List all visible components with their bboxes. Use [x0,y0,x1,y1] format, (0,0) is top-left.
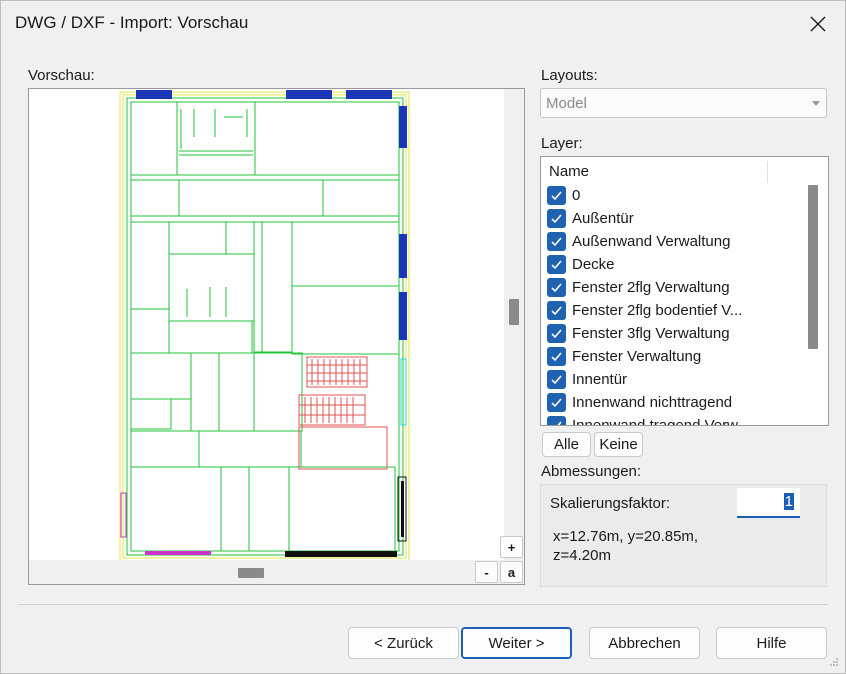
layouts-dropdown[interactable]: Model [540,88,827,118]
cancel-button[interactable]: Abbrechen [589,627,700,659]
check-icon [551,398,562,408]
check-icon [551,214,562,224]
preview-label: Vorschau: [28,67,95,84]
preview-canvas[interactable]: + - a [28,88,525,585]
layer-checkbox[interactable] [547,301,566,320]
close-button[interactable] [791,1,845,46]
select-none-button[interactable]: Keine [594,432,643,457]
layer-name: Innenwand nichttragend [572,394,733,411]
extent-text-line-2: z=4.20m [553,547,611,564]
layer-row[interactable]: Innentür [547,368,627,391]
layer-row[interactable]: Innenwand tragend Verw... [547,414,750,426]
layer-checkbox[interactable] [547,393,566,412]
layouts-selected-value: Model [546,95,587,112]
resize-grip-icon[interactable] [829,657,839,667]
zoom-in-button[interactable]: + [500,536,523,558]
layer-list-header[interactable]: Name [541,157,828,185]
layer-row[interactable]: Fenster 2flg bodentief V... [547,299,742,322]
layer-name: Fenster 2flg Verwaltung [572,279,730,296]
column-separator [767,161,768,183]
check-icon [551,375,562,385]
layer-row[interactable]: Decke [547,253,615,276]
help-button[interactable]: Hilfe [716,627,827,659]
check-icon [551,260,562,270]
layers-label: Layer: [541,135,583,152]
next-button[interactable]: Weiter > [461,627,572,659]
scale-factor-value: 1 [783,493,794,510]
layouts-label: Layouts: [541,67,598,84]
layer-list-scroll-thumb[interactable] [808,185,818,349]
scale-factor-label: Skalierungsfaktor: [550,495,671,512]
window-title: DWG / DXF - Import: Vorschau [15,13,249,32]
layer-name: Außentür [572,210,634,227]
layer-checkbox[interactable] [547,186,566,205]
check-icon [551,283,562,293]
chevron-down-icon [812,101,820,106]
preview-horizontal-scroll-thumb[interactable] [238,568,264,578]
layer-name: 0 [572,187,581,204]
check-icon [551,237,562,247]
layer-checkbox[interactable] [547,370,566,389]
scale-factor-input[interactable]: 1 [737,488,800,518]
layer-row[interactable]: Fenster 3flg Verwaltung [547,322,730,345]
layer-checkbox[interactable] [547,255,566,274]
layer-name: Innenwand tragend Verw... [572,417,750,426]
layer-name: Außenwand Verwaltung [572,233,731,250]
preview-horizontal-scrollbar[interactable] [29,560,524,584]
layer-list[interactable]: Name 0 Außentür Außenwand Verwaltung Dec… [540,156,829,426]
dimensions-label: Abmessungen: [541,463,642,480]
check-icon [551,191,562,201]
layer-name: Decke [572,256,615,273]
layer-row[interactable]: Fenster 2flg Verwaltung [547,276,730,299]
layer-checkbox[interactable] [547,416,566,425]
layer-checkbox[interactable] [547,232,566,251]
layer-name: Fenster 3flg Verwaltung [572,325,730,342]
layer-name: Innentür [572,371,628,388]
preview-vertical-scrollbar[interactable] [504,89,524,561]
title-bar: DWG / DXF - Import: Vorschau [1,1,845,46]
footer-divider [18,604,828,605]
layer-name: Fenster 2flg bodentief V... [572,302,743,319]
layer-row[interactable]: Außentür [547,207,634,230]
check-icon [551,329,562,339]
back-button[interactable]: < Zurück [348,627,459,659]
layer-checkbox[interactable] [547,324,566,343]
check-icon [551,306,562,316]
floor-plan-drawing [119,90,410,561]
layer-checkbox[interactable] [547,278,566,297]
layer-checkbox[interactable] [547,347,566,366]
check-icon [551,352,562,362]
layer-name: Fenster Verwaltung [572,348,702,365]
layer-checkbox[interactable] [547,209,566,228]
zoom-out-button[interactable]: - [475,561,498,583]
select-all-button[interactable]: Alle [542,432,591,457]
close-icon [810,16,826,31]
extent-text-line-1: x=12.76m, y=20.85m, [553,528,699,545]
column-header-name: Name [549,163,590,180]
layer-row[interactable]: 0 [547,184,580,207]
layer-row[interactable]: Innenwand nichttragend [547,391,732,414]
preview-vertical-scroll-thumb[interactable] [509,299,519,325]
zoom-all-button[interactable]: a [500,561,523,583]
import-preview-dialog: DWG / DXF - Import: Vorschau Vorschau: +… [0,0,846,674]
layer-row[interactable]: Außenwand Verwaltung [547,230,730,253]
layer-row[interactable]: Fenster Verwaltung [547,345,701,368]
check-icon [557,421,562,425]
